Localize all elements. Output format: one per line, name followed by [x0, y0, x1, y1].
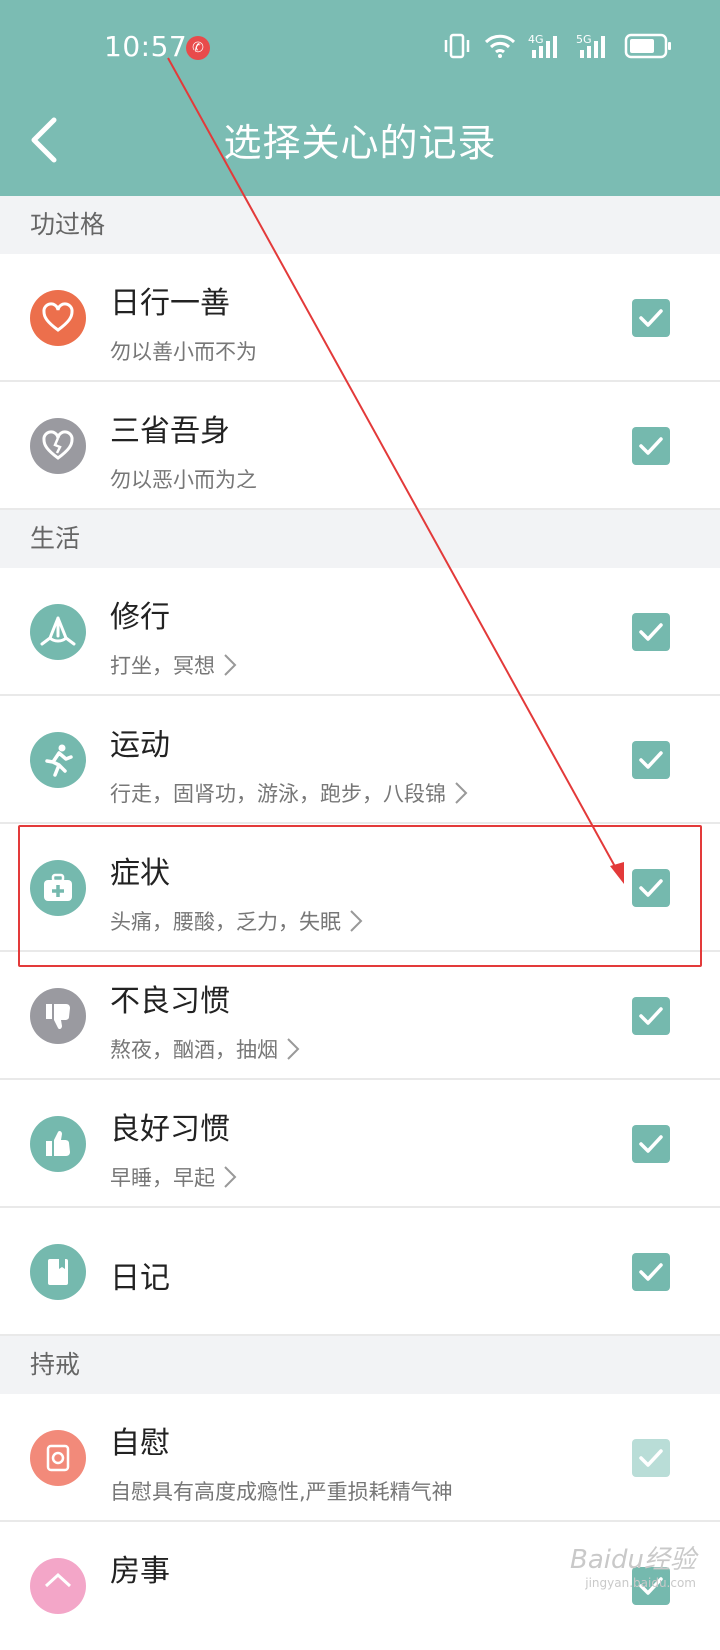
section-header-merit: 功过格 — [0, 196, 720, 254]
running-icon — [30, 732, 86, 788]
record-item-title: 运动 — [110, 728, 170, 763]
record-item-subtitle: 勿以恶小而为之 — [110, 468, 257, 492]
record-item-title: 自慰 — [110, 1426, 170, 1461]
record-item-bad-habits[interactable]: 不良习惯 熬夜，酗酒，抽烟 — [0, 952, 720, 1080]
svg-text:4G: 4G — [528, 33, 544, 46]
page-title: 选择关心的记录 — [223, 121, 497, 165]
record-item-self-reflection[interactable]: 三省吾身 勿以恶小而为之 — [0, 382, 720, 510]
tissue-roll-icon — [30, 1430, 86, 1486]
record-checkbox[interactable] — [632, 741, 670, 779]
chevron-right-icon — [350, 910, 363, 932]
chevron-right-icon — [287, 1038, 300, 1060]
vibrate-icon — [444, 33, 470, 59]
thumbs-down-icon — [30, 988, 86, 1044]
check-icon — [639, 879, 663, 897]
record-item-subtitle: 自慰具有高度成瘾性,严重损耗精气神 — [110, 1480, 453, 1504]
record-checkbox[interactable] — [632, 427, 670, 465]
record-item-title: 不良习惯 — [110, 984, 230, 1019]
record-item-exercise[interactable]: 运动 行走，固肾功，游泳，跑步，八段锦 — [0, 696, 720, 824]
record-item-subtitle[interactable]: 行走，固肾功，游泳，跑步，八段锦 — [110, 778, 470, 808]
record-checkbox[interactable] — [632, 997, 670, 1035]
house-icon — [30, 1558, 86, 1614]
status-icons: 4G 5G — [442, 32, 672, 60]
wifi-icon — [484, 34, 516, 58]
record-item-title: 症状 — [110, 856, 170, 891]
record-checkbox[interactable] — [632, 1125, 670, 1163]
svg-text:5G: 5G — [576, 33, 592, 46]
record-checkbox[interactable] — [632, 869, 670, 907]
check-icon — [639, 1007, 663, 1025]
check-icon — [639, 309, 663, 327]
record-item-subtitle[interactable]: 熬夜，酗酒，抽烟 — [110, 1034, 302, 1064]
record-item-subtitle[interactable]: 早睡，早起 — [110, 1162, 239, 1192]
record-item-symptoms[interactable]: 症状 头痛，腰酸，乏力，失眠 — [0, 824, 720, 952]
thumbs-up-icon — [30, 1116, 86, 1172]
check-icon — [639, 1263, 663, 1281]
missed-call-icon: ✆ — [186, 36, 210, 60]
medical-kit-icon — [30, 860, 86, 916]
record-item-subtitle: 勿以善小而不为 — [110, 340, 257, 364]
record-item-title: 良好习惯 — [110, 1112, 230, 1147]
section-header-precepts: 持戒 — [0, 1336, 720, 1394]
record-item-diary[interactable]: 日记 — [0, 1208, 720, 1336]
record-checkbox[interactable] — [632, 1439, 670, 1477]
app-header: 10:57 ✆ 4G 5G 选择关心的记录 — [0, 0, 720, 196]
watermark-sub: jingyan.baidu.com — [585, 1576, 696, 1590]
record-item-title: 修行 — [110, 600, 170, 635]
record-item-title: 房事 — [110, 1554, 170, 1589]
record-item-self-abstain[interactable]: 自慰 自慰具有高度成瘾性,严重损耗精气神 — [0, 1394, 720, 1522]
record-checkbox[interactable] — [632, 299, 670, 337]
record-item-daily-good[interactable]: 日行一善 勿以善小而不为 — [0, 254, 720, 382]
signal-5g-icon: 5G — [576, 33, 605, 58]
record-checkbox[interactable] — [632, 1253, 670, 1291]
chevron-right-icon — [224, 654, 237, 676]
record-item-subtitle[interactable]: 打坐，冥想 — [110, 650, 239, 680]
check-icon — [639, 1449, 663, 1467]
section-header-life: 生活 — [0, 510, 720, 568]
record-item-subtitle[interactable]: 头痛，腰酸，乏力，失眠 — [110, 906, 365, 936]
chevron-right-icon — [224, 1166, 237, 1188]
record-item-title: 日记 — [110, 1261, 170, 1296]
check-icon — [639, 437, 663, 455]
status-time: 10:57 — [104, 30, 188, 63]
record-list: 功过格 日行一善 勿以善小而不为 三省吾身 勿以恶小而为之 生活 修行 打坐，冥… — [0, 196, 720, 1650]
watermark-main: Baidu经验 — [570, 1545, 696, 1575]
diary-icon — [30, 1244, 86, 1300]
record-item-title: 三省吾身 — [110, 414, 230, 449]
broken-heart-icon — [30, 418, 86, 474]
heart-icon — [30, 290, 86, 346]
meditation-icon — [30, 604, 86, 660]
check-icon — [639, 623, 663, 641]
watermark: Baidu经验 jingyan.baidu.com — [570, 1539, 696, 1590]
battery-icon — [624, 33, 671, 59]
record-checkbox[interactable] — [632, 613, 670, 651]
record-item-good-habits[interactable]: 良好习惯 早睡，早起 — [0, 1080, 720, 1208]
chevron-right-icon — [455, 782, 468, 804]
check-icon — [639, 751, 663, 769]
record-item-practice[interactable]: 修行 打坐，冥想 — [0, 568, 720, 696]
signal-4g-icon: 4G — [528, 33, 557, 58]
record-item-title: 日行一善 — [110, 286, 230, 321]
check-icon — [639, 1135, 663, 1153]
